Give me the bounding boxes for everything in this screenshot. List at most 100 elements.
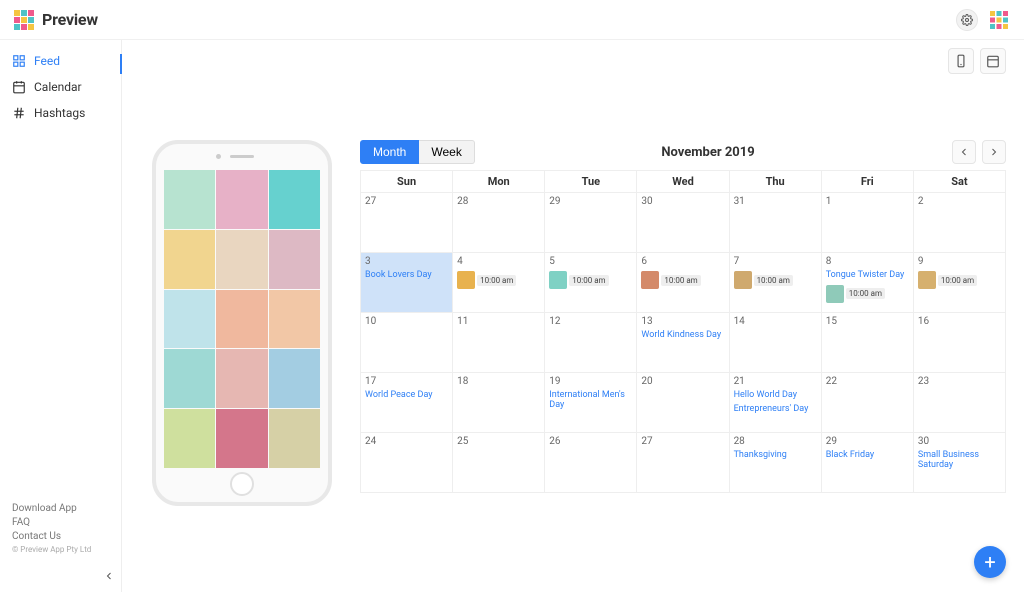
footer-link-faq[interactable]: FAQ bbox=[12, 517, 113, 528]
week-view-button[interactable]: Week bbox=[419, 140, 474, 164]
calendar-event[interactable]: Tongue Twister Day bbox=[826, 271, 909, 281]
add-button[interactable]: + bbox=[974, 546, 1006, 578]
sidebar-collapse-button[interactable] bbox=[103, 570, 115, 582]
calendar-cell[interactable]: 410:00 am bbox=[453, 253, 545, 313]
calendar-cell[interactable]: 28Thanksgiving bbox=[729, 433, 821, 493]
settings-button[interactable] bbox=[956, 9, 978, 31]
calendar-cell[interactable]: 22 bbox=[821, 373, 913, 433]
calendar-cell[interactable]: 14 bbox=[729, 313, 821, 373]
date-number: 21 bbox=[734, 376, 817, 387]
calendar-event[interactable]: International Men's Day bbox=[549, 391, 632, 411]
feed-thumbnail[interactable] bbox=[216, 409, 267, 468]
calendar-cell[interactable]: 13World Kindness Day bbox=[637, 313, 729, 373]
calendar-view-button[interactable] bbox=[980, 48, 1006, 74]
calendar-event[interactable]: Black Friday bbox=[826, 451, 909, 461]
post-thumbnail bbox=[734, 271, 752, 289]
calendar-cell[interactable]: 27 bbox=[361, 193, 453, 253]
calendar-cell[interactable]: 710:00 am bbox=[729, 253, 821, 313]
feed-thumbnail[interactable] bbox=[269, 409, 320, 468]
calendar-cell[interactable]: 2 bbox=[913, 193, 1005, 253]
calendar-icon bbox=[986, 54, 1000, 68]
calendar-cell[interactable]: 10 bbox=[361, 313, 453, 373]
footer-link-download[interactable]: Download App bbox=[12, 503, 113, 514]
phone-view-button[interactable] bbox=[948, 48, 974, 74]
calendar-cell[interactable]: 29 bbox=[545, 193, 637, 253]
month-view-button[interactable]: Month bbox=[360, 140, 419, 164]
calendar-event[interactable]: Book Lovers Day bbox=[365, 271, 448, 281]
calendar-cell[interactable]: 15 bbox=[821, 313, 913, 373]
footer-copyright: © Preview App Pty Ltd bbox=[12, 545, 113, 554]
calendar-cell[interactable]: 20 bbox=[637, 373, 729, 433]
prev-month-button[interactable] bbox=[952, 140, 976, 164]
main-content: Month Week November 2019 SunMonTueW bbox=[122, 40, 1024, 592]
calendar-cell[interactable]: 17World Peace Day bbox=[361, 373, 453, 433]
calendar-cell[interactable]: 910:00 am bbox=[913, 253, 1005, 313]
calendar-cell[interactable]: 610:00 am bbox=[637, 253, 729, 313]
calendar-cell[interactable]: 29Black Friday bbox=[821, 433, 913, 493]
date-number: 25 bbox=[457, 436, 540, 447]
date-number: 3 bbox=[365, 256, 448, 267]
calendar-cell[interactable]: 31 bbox=[729, 193, 821, 253]
feed-thumbnail[interactable] bbox=[216, 349, 267, 408]
calendar-cell[interactable]: 28 bbox=[453, 193, 545, 253]
scheduled-post[interactable]: 10:00 am bbox=[641, 271, 724, 289]
calendar-cell[interactable]: 23 bbox=[913, 373, 1005, 433]
calendar-event[interactable]: World Peace Day bbox=[365, 391, 448, 401]
calendar-cell[interactable]: 12 bbox=[545, 313, 637, 373]
feed-thumbnail[interactable] bbox=[269, 349, 320, 408]
calendar-cell[interactable]: 30Small Business Saturday bbox=[913, 433, 1005, 493]
calendar-event[interactable]: Hello World Day bbox=[734, 391, 817, 401]
phone-icon bbox=[954, 54, 968, 68]
calendar-cell[interactable]: 11 bbox=[453, 313, 545, 373]
calendar-event[interactable]: Thanksgiving bbox=[734, 451, 817, 461]
weekday-header: Fri bbox=[821, 171, 913, 193]
date-number: 19 bbox=[549, 376, 632, 387]
next-month-button[interactable] bbox=[982, 140, 1006, 164]
calendar-cell[interactable]: 16 bbox=[913, 313, 1005, 373]
feed-thumbnail[interactable] bbox=[164, 290, 215, 349]
feed-thumbnail[interactable] bbox=[216, 170, 267, 229]
feed-thumbnail[interactable] bbox=[164, 230, 215, 289]
calendar-cell[interactable]: 21 Hello World Day Entrepreneurs' Day bbox=[729, 373, 821, 433]
calendar-icon bbox=[12, 80, 26, 94]
calendar-event[interactable]: Small Business Saturday bbox=[918, 451, 1001, 471]
post-time: 10:00 am bbox=[938, 275, 977, 286]
calendar-cell[interactable]: 1 bbox=[821, 193, 913, 253]
post-thumbnail bbox=[641, 271, 659, 289]
date-number: 27 bbox=[365, 196, 448, 207]
calendar-cell[interactable]: 3 Book Lovers Day bbox=[361, 253, 453, 313]
calendar-event[interactable]: World Kindness Day bbox=[641, 331, 724, 341]
sidebar-item-calendar[interactable]: Calendar bbox=[12, 80, 113, 94]
scheduled-post[interactable]: 10:00 am bbox=[734, 271, 817, 289]
sidebar-item-hashtags[interactable]: Hashtags bbox=[12, 106, 113, 120]
calendar-cell[interactable]: 25 bbox=[453, 433, 545, 493]
feed-thumbnail[interactable] bbox=[269, 290, 320, 349]
feed-thumbnail[interactable] bbox=[216, 230, 267, 289]
feed-thumbnail[interactable] bbox=[216, 290, 267, 349]
feed-thumbnail[interactable] bbox=[164, 170, 215, 229]
scheduled-post[interactable]: 10:00 am bbox=[826, 285, 909, 303]
scheduled-post[interactable]: 10:00 am bbox=[918, 271, 1001, 289]
calendar: Month Week November 2019 SunMonTueW bbox=[360, 140, 1006, 506]
feed-thumbnail[interactable] bbox=[269, 170, 320, 229]
calendar-cell[interactable]: 30 bbox=[637, 193, 729, 253]
feed-thumbnail[interactable] bbox=[269, 230, 320, 289]
account-avatar[interactable] bbox=[988, 9, 1010, 31]
calendar-cell[interactable]: 19 International Men's Day bbox=[545, 373, 637, 433]
date-number: 16 bbox=[918, 316, 1001, 327]
footer-link-contact[interactable]: Contact Us bbox=[12, 531, 113, 542]
date-number: 14 bbox=[734, 316, 817, 327]
calendar-cell[interactable]: 24 bbox=[361, 433, 453, 493]
calendar-cell[interactable]: 27 bbox=[637, 433, 729, 493]
feed-thumbnail[interactable] bbox=[164, 409, 215, 468]
scheduled-post[interactable]: 10:00 am bbox=[549, 271, 632, 289]
weekday-header: Thu bbox=[729, 171, 821, 193]
calendar-event[interactable]: Entrepreneurs' Day bbox=[734, 405, 817, 415]
sidebar-item-feed[interactable]: Feed bbox=[12, 54, 113, 68]
calendar-cell[interactable]: 18 bbox=[453, 373, 545, 433]
scheduled-post[interactable]: 10:00 am bbox=[457, 271, 540, 289]
feed-thumbnail[interactable] bbox=[164, 349, 215, 408]
calendar-cell[interactable]: 26 bbox=[545, 433, 637, 493]
calendar-cell[interactable]: 510:00 am bbox=[545, 253, 637, 313]
calendar-cell[interactable]: 8Tongue Twister Day10:00 am bbox=[821, 253, 913, 313]
